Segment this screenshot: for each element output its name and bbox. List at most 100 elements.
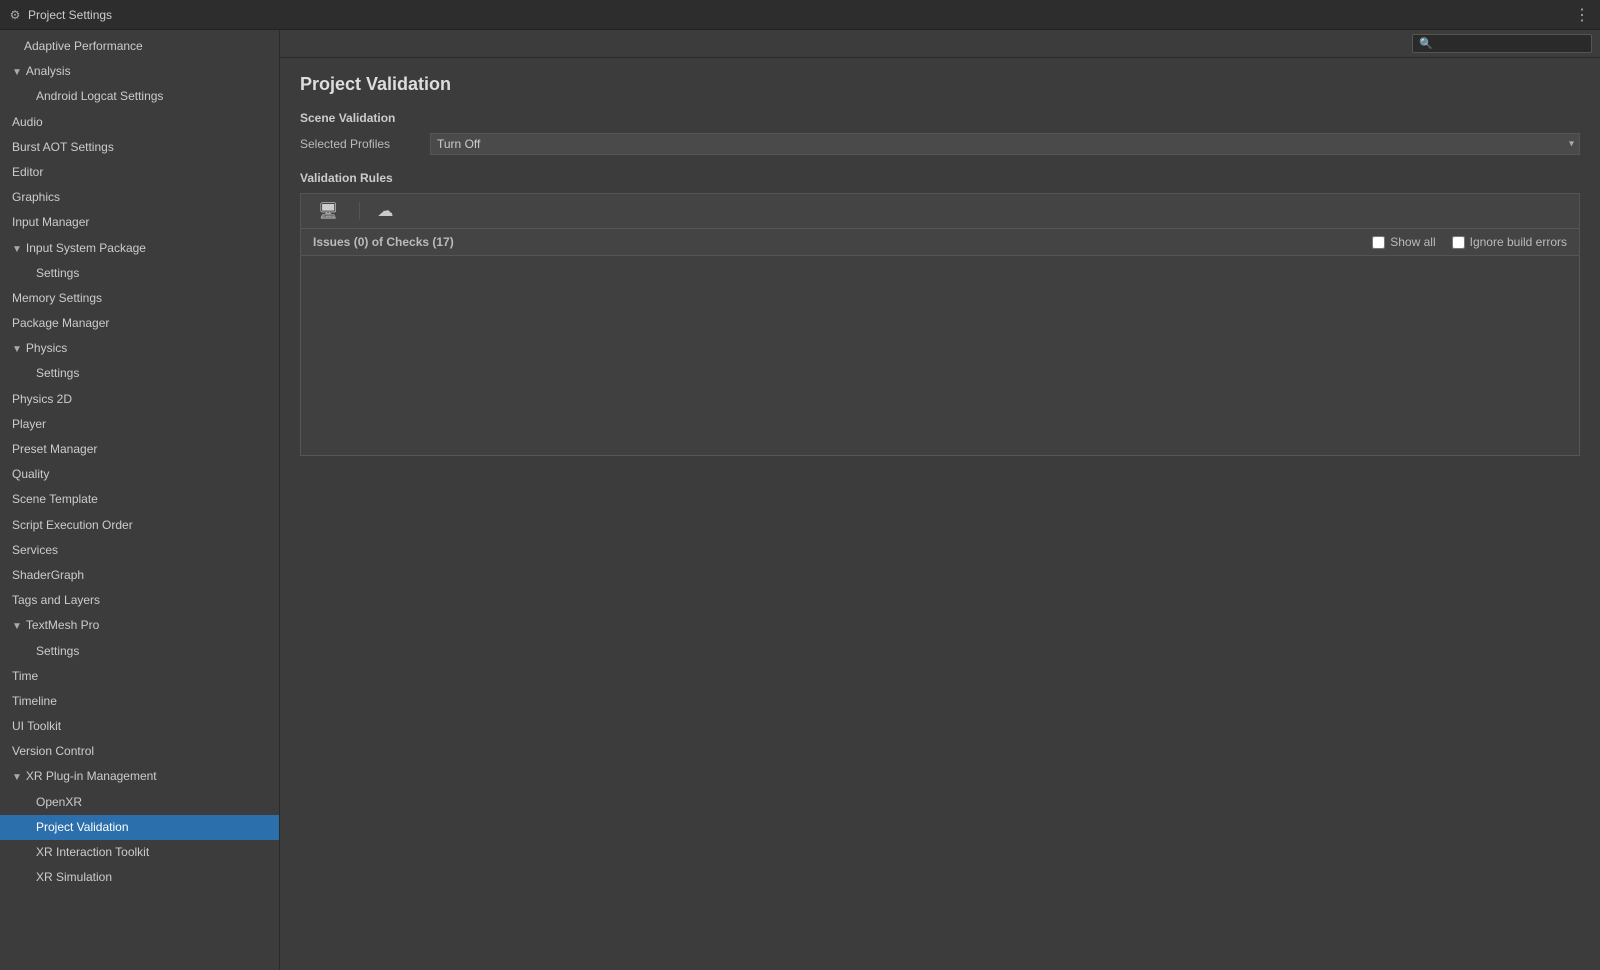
sidebar-item-label: Package Manager [12,316,109,330]
sidebar-item-services[interactable]: Services [0,538,279,563]
sidebar-item-preset-manager[interactable]: Preset Manager [0,437,279,462]
sidebar-item-package-manager[interactable]: Package Manager [0,311,279,336]
sidebar-item-label: Audio [12,115,43,129]
scene-validation-label: Scene Validation [300,111,1580,125]
sidebar-item-label: Graphics [12,190,60,204]
sidebar-item-label: Settings [36,266,79,280]
sidebar-item-version-control[interactable]: Version Control [0,739,279,764]
content-inner: Project Validation Scene Validation Sele… [280,58,1600,970]
sidebar-item-input-system-settings[interactable]: Settings [0,261,279,286]
content-area: 🔍 Project Validation Scene Validation Se… [280,30,1600,970]
sidebar-item-label: Input System Package [26,241,146,255]
arrow-icon: ▼ [12,242,22,258]
sidebar-item-label: ShaderGraph [12,568,84,582]
arrow-icon: ▼ [12,770,22,786]
sidebar-item-label: Preset Manager [12,442,97,456]
sidebar-item-label: Quality [12,467,49,481]
sidebar-item-input-manager[interactable]: Input Manager [0,210,279,235]
sidebar-item-label: Scene Template [12,492,98,506]
monitor-icon-button[interactable]: 🖥 [309,198,347,224]
sidebar-item-label: TextMesh Pro [26,618,99,632]
sidebar-item-label: Analysis [26,64,71,78]
sidebar-item-xr-plug-in-management[interactable]: ▼XR Plug-in Management [0,764,279,789]
sidebar-item-audio[interactable]: Audio [0,110,279,135]
title-bar-menu[interactable]: ⋮ [1574,5,1592,25]
sidebar-item-label: XR Simulation [36,870,112,884]
sidebar-item-label: Version Control [12,744,94,758]
arrow-icon: ▼ [12,342,22,358]
icon-bar: 🖥 ☁ [300,193,1580,228]
sidebar-item-timeline[interactable]: Timeline [0,689,279,714]
ignore-build-errors-label: Ignore build errors [1470,235,1567,249]
sidebar-item-label: Settings [36,644,79,658]
sidebar-item-physics-settings[interactable]: Settings [0,361,279,386]
sidebar-item-label: Memory Settings [12,291,102,305]
ignore-build-errors-checkbox-label[interactable]: Ignore build errors [1452,235,1567,249]
sidebar-item-textmesh-pro[interactable]: ▼ TextMesh Pro [0,613,279,638]
sidebar-item-input-system-package[interactable]: ▼ Input System Package [0,236,279,261]
validation-rules-label: Validation Rules [300,171,1580,185]
arrow-icon: ▼ [12,65,22,81]
sidebar-item-android-logcat[interactable]: Android Logcat Settings [0,84,279,109]
sidebar-item-label: Services [12,543,58,557]
show-all-checkbox[interactable] [1372,236,1385,249]
sidebar-item-label: Physics [26,341,67,355]
sidebar-item-label: Physics 2D [12,392,72,406]
search-input[interactable] [1437,38,1585,50]
sidebar-item-quality[interactable]: Quality [0,462,279,487]
content-topbar: 🔍 [280,30,1600,58]
gear-icon: ⚙ [8,8,22,22]
sidebar-item-label: Adaptive Performance [24,39,143,53]
search-box[interactable]: 🔍 [1412,34,1592,53]
issues-right: Show all Ignore build errors [1372,235,1567,249]
sidebar-item-xr-simulation[interactable]: XR Simulation [0,865,279,890]
search-icon: 🔍 [1419,37,1433,50]
cloud-icon-button[interactable]: ☁ [368,198,402,224]
sidebar-item-tags-and-layers[interactable]: Tags and Layers [0,588,279,613]
separator [359,202,360,220]
sidebar-item-scene-template[interactable]: Scene Template [0,487,279,512]
sidebar-item-analysis[interactable]: ▼ Analysis [0,59,279,84]
sidebar-item-label: Script Execution Order [12,518,133,532]
sidebar-item-shader-graph[interactable]: ShaderGraph [0,563,279,588]
sidebar-item-label: Android Logcat Settings [36,89,163,103]
ignore-build-errors-checkbox[interactable] [1452,236,1465,249]
sidebar-item-editor[interactable]: Editor [0,160,279,185]
sidebar-item-graphics[interactable]: Graphics [0,185,279,210]
sidebar-item-time[interactable]: Time [0,664,279,689]
main-layout: Adaptive Performance▼AnalysisAndroid Log… [0,30,1600,970]
title-bar: ⚙ Project Settings ⋮ [0,0,1600,30]
sidebar-item-physics[interactable]: ▼ Physics [0,336,279,361]
show-all-label: Show all [1390,235,1435,249]
sidebar-item-label: OpenXR [36,795,82,809]
sidebar-item-label: Editor [12,165,43,179]
arrow-icon: ▼ [12,619,22,635]
sidebar-item-label: Time [12,669,38,683]
sidebar-item-label: Project Validation [36,820,129,834]
sidebar-item-xr-interaction-toolkit[interactable]: XR Interaction Toolkit [0,840,279,865]
sidebar-item-ui-toolkit[interactable]: UI Toolkit [0,714,279,739]
sidebar-item-label: Player [12,417,46,431]
sidebar-item-label: Settings [36,366,79,380]
profiles-dropdown-wrapper[interactable]: Turn Off Android iOS PC ▾ [430,133,1580,155]
title-bar-text: Project Settings [28,8,112,22]
sidebar-item-project-validation[interactable]: Project Validation [0,815,279,840]
profiles-dropdown[interactable]: Turn Off Android iOS PC [430,133,1580,155]
sidebar-item-memory-settings[interactable]: Memory Settings [0,286,279,311]
sidebar-item-burst-aot[interactable]: Burst AOT Settings [0,135,279,160]
sidebar-item-label: UI Toolkit [12,719,61,733]
sidebar-item-adaptive-performance[interactable]: Adaptive Performance [0,34,279,59]
sidebar-item-script-execution-order[interactable]: Script Execution Order [0,513,279,538]
sidebar-item-openxr[interactable]: OpenXR [0,790,279,815]
sidebar-item-label: Timeline [12,694,57,708]
show-all-checkbox-label[interactable]: Show all [1372,235,1435,249]
issues-bar: Issues (0) of Checks (17) Show all Ignor… [300,228,1580,256]
profiles-row: Selected Profiles Turn Off Android iOS P… [300,133,1580,155]
sidebar-item-label: XR Interaction Toolkit [36,845,149,859]
page-title: Project Validation [300,74,1580,95]
sidebar-item-textmesh-settings[interactable]: Settings [0,639,279,664]
sidebar: Adaptive Performance▼AnalysisAndroid Log… [0,30,280,970]
selected-profiles-label: Selected Profiles [300,137,430,151]
sidebar-item-physics-2d[interactable]: Physics 2D [0,387,279,412]
sidebar-item-player[interactable]: Player [0,412,279,437]
